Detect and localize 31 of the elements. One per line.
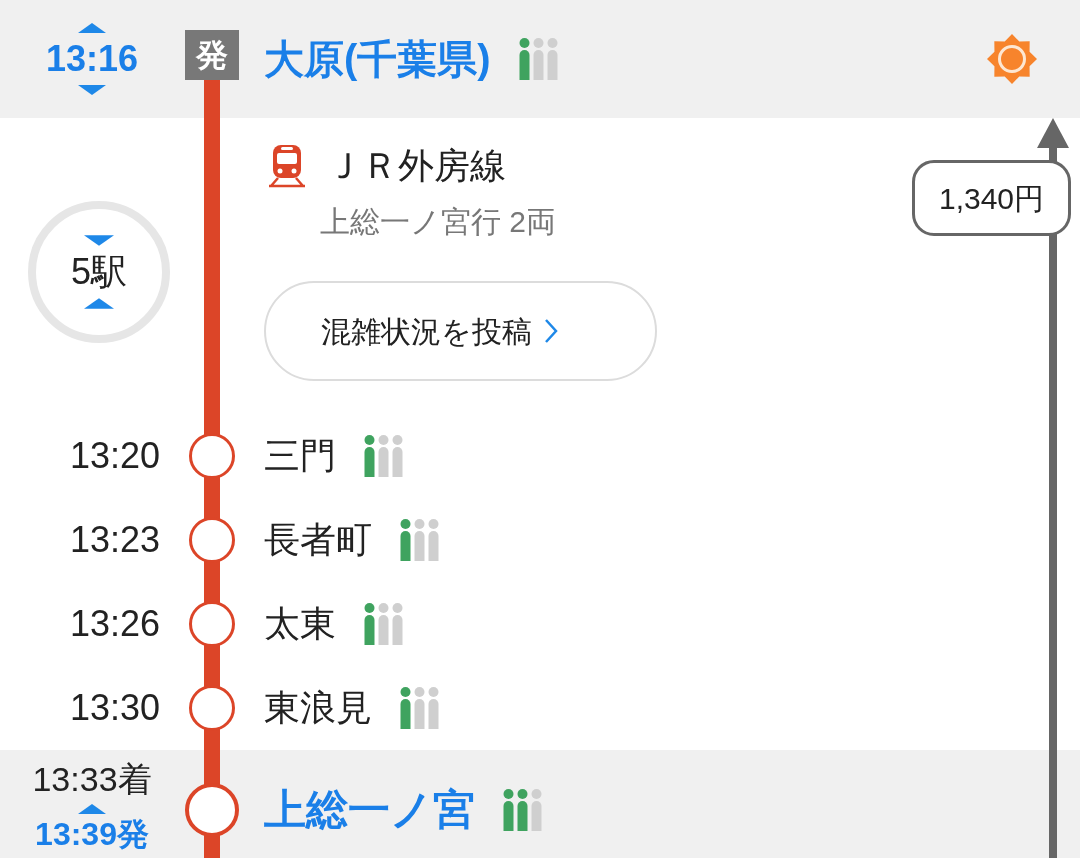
report-crowding-button[interactable]: 混雑状況を投稿 (264, 281, 657, 381)
caret-up-icon (84, 298, 114, 309)
departure-time-button[interactable]: 13:16 (45, 23, 139, 95)
stop-marker-icon (189, 601, 235, 647)
stop-time: 13:30 (68, 686, 161, 730)
stop-station-name[interactable]: 三門 (264, 434, 336, 478)
stop-station-name[interactable]: 長者町 (264, 518, 372, 562)
departure-badge: 発 (185, 30, 239, 80)
caret-down-icon (78, 85, 106, 95)
caret-up-icon (78, 23, 106, 33)
train-icon (268, 144, 306, 188)
chevron-right-icon (544, 318, 558, 344)
fare-label: 1,340円 (912, 160, 1071, 236)
arrival-station[interactable]: 上総一ノ宮 (264, 785, 475, 835)
stop-marker-icon (189, 685, 235, 731)
stop-station-name[interactable]: 東浪見 (264, 686, 372, 730)
line-name: ＪＲ外房線 (326, 144, 506, 188)
stop-count-button[interactable]: 5駅 (28, 201, 170, 343)
stop-station-name[interactable]: 太東 (264, 602, 336, 646)
stop-marker-icon (189, 433, 235, 479)
caret-down-icon (84, 235, 114, 246)
caret-up-icon (78, 804, 106, 814)
destination-text: 上総一ノ宮行 2両 (320, 204, 557, 240)
departure-station[interactable]: 大原(千葉県) (264, 35, 491, 83)
stop-marker-icon (189, 517, 235, 563)
next-departure-time[interactable]: 13:39発 (35, 816, 149, 852)
stop-time: 13:20 (68, 434, 161, 478)
stop-time: 13:26 (68, 602, 161, 646)
stop-time: 13:23 (68, 518, 161, 562)
arrival-time: 13:33着 (32, 760, 152, 798)
sun-icon (987, 34, 1037, 84)
